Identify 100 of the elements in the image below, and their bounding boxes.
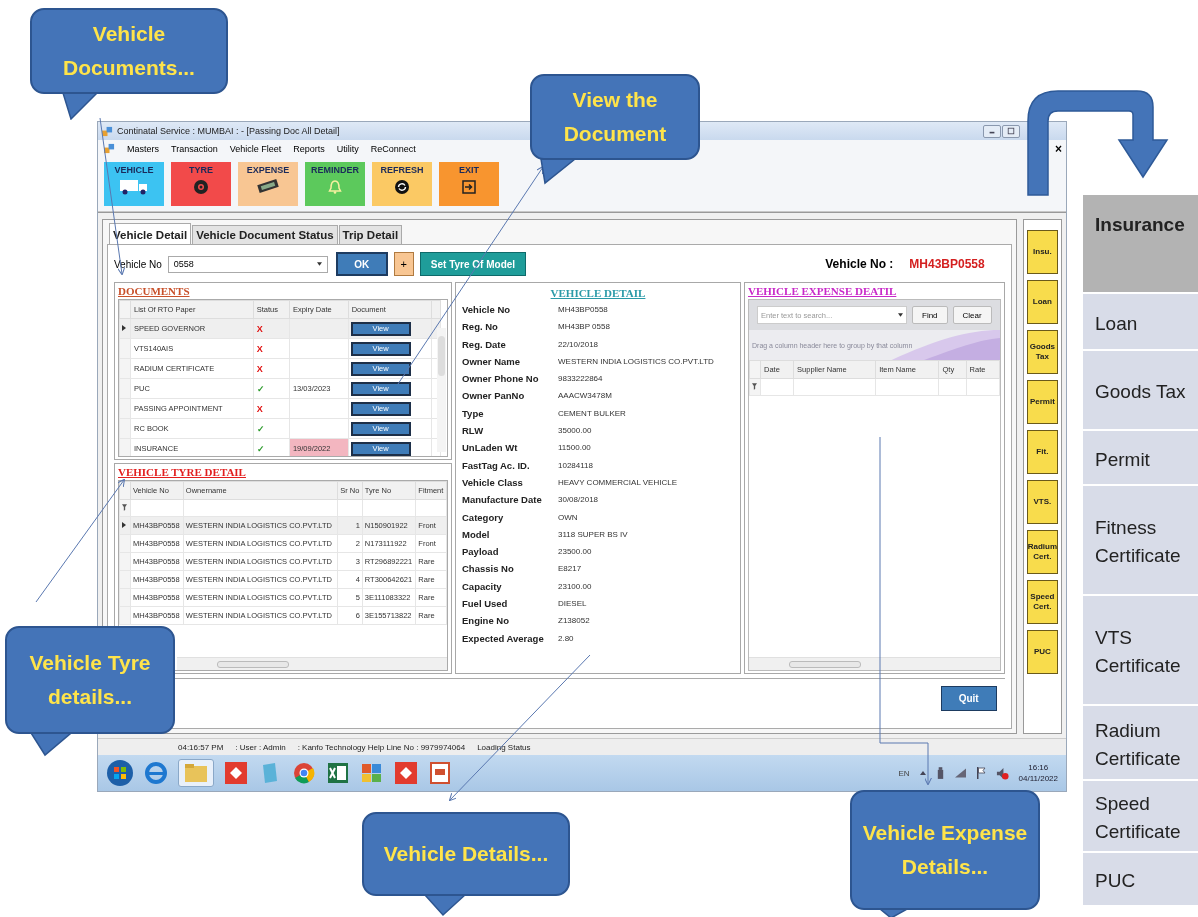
status-mark: X bbox=[253, 398, 290, 419]
tray-text[interactable]: EN bbox=[898, 768, 910, 778]
field-label: Engine No bbox=[462, 614, 510, 629]
dropdown-arrow-icon[interactable] bbox=[898, 313, 903, 317]
close-button[interactable]: × bbox=[1055, 141, 1062, 156]
row-indicator[interactable] bbox=[119, 516, 131, 535]
add-button[interactable]: + bbox=[393, 252, 414, 276]
reminder-item[interactable]: PUC bbox=[1083, 853, 1198, 905]
status-text: Loading Status bbox=[477, 742, 531, 752]
reminder-item[interactable]: Speed Certificate bbox=[1083, 781, 1198, 851]
side-button[interactable]: Radium Cert. bbox=[1026, 530, 1059, 574]
side-button[interactable]: Fit. bbox=[1026, 430, 1059, 474]
reminder-item[interactable]: Permit bbox=[1083, 431, 1198, 484]
toolbar-button[interactable]: EXPENSE bbox=[238, 162, 298, 206]
field-value: WESTERN INDIA LOGISTICS CO.PVT.LTD bbox=[558, 355, 715, 368]
scrollbar[interactable] bbox=[437, 328, 446, 452]
reminder-item[interactable]: Fitness Certificate bbox=[1083, 486, 1198, 594]
tab[interactable]: Trip Detail bbox=[338, 225, 403, 244]
clear-button[interactable]: Clear bbox=[952, 306, 992, 324]
field-label: Owner Name bbox=[462, 354, 522, 369]
field-value: CEMENT BULKER bbox=[558, 407, 627, 420]
vehicle-dropdown[interactable]: 0558 bbox=[167, 255, 328, 273]
scrollbar[interactable] bbox=[177, 657, 447, 670]
tray-arrow-icon[interactable] bbox=[919, 771, 926, 775]
volume-icon[interactable] bbox=[995, 766, 1009, 780]
row-indicator[interactable] bbox=[119, 318, 131, 339]
tab[interactable]: Vehicle Detail bbox=[109, 223, 192, 244]
side-button[interactable]: Speed Cert. bbox=[1026, 580, 1059, 624]
status-mark: ✓ bbox=[253, 418, 290, 439]
field-label: Vehicle Class bbox=[462, 475, 524, 490]
toolbar-button[interactable]: REFRESH bbox=[372, 162, 432, 206]
section-title: VEHICLE DETAIL bbox=[550, 287, 646, 299]
document-icon[interactable] bbox=[428, 761, 452, 785]
side-button[interactable]: PUC bbox=[1026, 630, 1059, 674]
tyre-icon bbox=[193, 179, 209, 195]
flag-icon[interactable] bbox=[975, 767, 986, 779]
menu-item[interactable]: Masters bbox=[127, 143, 159, 154]
reminder-item[interactable]: Insurance bbox=[1083, 195, 1198, 292]
signal-icon[interactable] bbox=[954, 768, 966, 778]
field-value: MH43BP0558 bbox=[558, 304, 609, 316]
side-button[interactable]: VTS. bbox=[1026, 480, 1059, 524]
app-icon[interactable] bbox=[224, 761, 248, 785]
field-label: Type bbox=[462, 406, 485, 421]
field-value: 30/08/2018 bbox=[558, 494, 600, 507]
field-label: Reg. Date bbox=[462, 337, 507, 352]
field-value: HEAVY COMMERCIAL VEHICLE bbox=[558, 476, 678, 489]
reminder-item[interactable]: VTS Certificate bbox=[1083, 596, 1198, 704]
section-title: DOCUMENTS bbox=[118, 285, 190, 297]
menu-item[interactable]: ReConnect bbox=[370, 143, 416, 154]
status-text: 04:16:57 PM bbox=[178, 742, 224, 752]
reminder-item[interactable]: Loan bbox=[1083, 294, 1198, 349]
menu-item[interactable]: Utility bbox=[336, 143, 359, 154]
field-label: Fuel Used bbox=[462, 597, 509, 612]
menu-item[interactable]: Reports bbox=[293, 143, 325, 154]
menu-item[interactable]: Transaction bbox=[171, 143, 218, 154]
side-button[interactable]: Permit bbox=[1026, 380, 1059, 424]
callout: Vehicle Expense Details... bbox=[850, 790, 1040, 910]
field-value: MH43BP 0558 bbox=[558, 321, 611, 334]
folder-icon[interactable] bbox=[184, 763, 208, 783]
toolbar-button[interactable]: TYRE bbox=[171, 162, 231, 206]
reminder-item[interactable]: Radium Certificate bbox=[1083, 706, 1198, 779]
menu-item[interactable]: Vehicle Fleet bbox=[229, 143, 282, 154]
side-button[interactable]: Insu. bbox=[1026, 230, 1059, 274]
side-button[interactable]: Loan bbox=[1026, 280, 1059, 324]
toolbar-button[interactable]: EXIT bbox=[439, 162, 499, 206]
field-value: AAACW3478M bbox=[558, 390, 613, 403]
side-button[interactable]: Goods Tax bbox=[1026, 330, 1059, 374]
app-icon[interactable] bbox=[360, 761, 384, 785]
reminder-item[interactable]: Goods Tax bbox=[1083, 351, 1198, 429]
clock-time[interactable]: 16:16 bbox=[1028, 763, 1049, 772]
tab[interactable]: Vehicle Document Status bbox=[192, 225, 338, 244]
field-value: 10284118 bbox=[558, 459, 594, 472]
minimize-button[interactable] bbox=[983, 124, 1001, 138]
field-value: 22/10/2018 bbox=[558, 338, 600, 351]
section-title: VEHICLE EXPENSE DEATIL bbox=[748, 285, 897, 297]
app-icon[interactable] bbox=[394, 761, 418, 785]
find-button[interactable]: Find bbox=[912, 306, 948, 324]
filter-icon[interactable] bbox=[752, 382, 757, 390]
quit-button[interactable]: Quit bbox=[940, 685, 997, 711]
ok-button[interactable]: OK bbox=[335, 252, 388, 276]
callout: Vehicle Tyre details... bbox=[5, 626, 175, 734]
clock-date[interactable]: 04/11/2022 bbox=[1018, 774, 1058, 783]
maximize-button[interactable] bbox=[1002, 124, 1020, 138]
truck-icon bbox=[119, 179, 149, 195]
field-value: 3118 SUPER BS IV bbox=[558, 528, 629, 541]
app-icon bbox=[102, 125, 113, 137]
field-label: UnLaden Wt bbox=[462, 441, 519, 456]
toolbar-button[interactable]: REMINDER bbox=[305, 162, 365, 206]
field-label: Model bbox=[462, 527, 491, 542]
section-title: VEHICLE TYRE DETAIL bbox=[118, 466, 246, 478]
power-icon[interactable] bbox=[935, 766, 945, 780]
field-label: Manufacture Date bbox=[462, 493, 543, 508]
start-button[interactable] bbox=[106, 759, 134, 787]
toolbar-button[interactable]: VEHICLE bbox=[104, 162, 164, 206]
chrome-icon[interactable] bbox=[292, 761, 316, 785]
filter-icon[interactable] bbox=[122, 503, 127, 511]
spreadsheet-icon[interactable] bbox=[326, 761, 350, 785]
browser-icon[interactable] bbox=[144, 761, 168, 785]
scrollbar[interactable] bbox=[749, 657, 1000, 670]
field-label: Owner Phone No bbox=[462, 372, 540, 387]
